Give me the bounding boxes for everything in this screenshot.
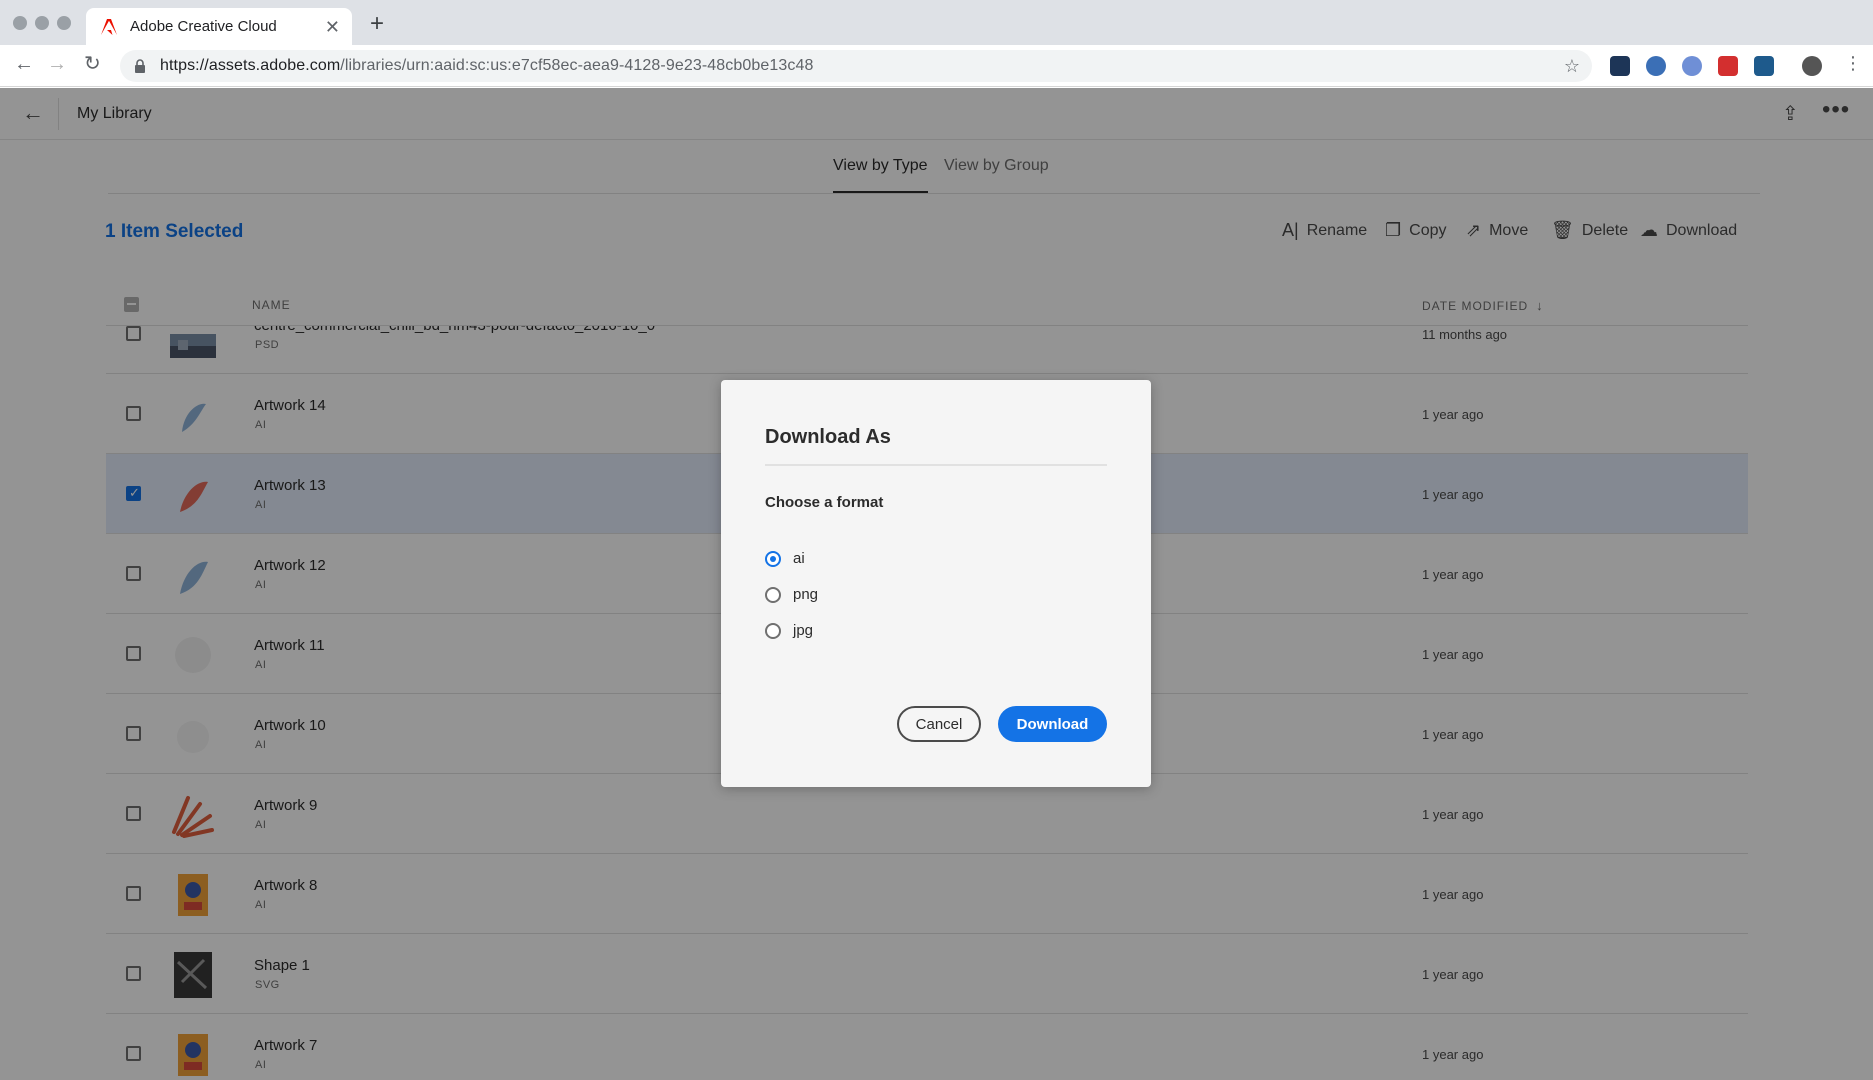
radio-ai[interactable] [765,550,781,567]
format-option-png[interactable]: png [765,586,818,603]
extension-icon-1[interactable] [1610,56,1630,76]
browser-tab[interactable]: Adobe Creative Cloud ✕ [86,8,352,45]
dialog-divider [765,464,1107,466]
address-bar: ← → ↻ https://assets.adobe.com/libraries… [0,45,1873,87]
extension-icon-4[interactable] [1718,56,1738,76]
format-option-ai[interactable]: ai [765,550,805,567]
tab-title: Adobe Creative Cloud [130,18,277,35]
format-label-jpg: jpg [793,622,814,639]
window-minimize-button[interactable] [35,16,49,30]
lock-icon [135,59,145,73]
cancel-button[interactable]: Cancel [897,706,981,742]
forward-icon[interactable]: → [47,54,67,74]
tab-close-icon[interactable]: ✕ [325,18,340,36]
radio-png[interactable] [765,586,781,603]
browser-menu-icon[interactable]: ⋮ [1844,54,1862,72]
extension-icon-2[interactable] [1646,56,1666,76]
new-tab-icon[interactable]: + [370,12,384,36]
bookmark-star-icon[interactable]: ☆ [1564,56,1580,77]
window-close-button[interactable] [13,16,27,30]
reload-icon[interactable]: ↻ [84,54,101,74]
extension-icon-3[interactable] [1682,56,1702,76]
profile-avatar[interactable] [1802,56,1822,76]
browser-tab-bar: Adobe Creative Cloud ✕ + [0,0,1873,45]
format-label-png: png [793,586,819,603]
format-option-jpg[interactable]: jpg [765,622,813,639]
format-label-ai: ai [793,550,805,567]
extension-icon-5[interactable] [1754,56,1774,76]
back-icon[interactable]: ← [14,54,34,74]
dialog-subtitle: Choose a format [765,494,884,511]
url-field[interactable]: https://assets.adobe.com/libraries/urn:a… [120,50,1592,82]
adobe-logo-icon [101,18,117,35]
download-button[interactable]: Download [998,706,1107,742]
dialog-title: Download As [765,426,891,448]
url-text: https://assets.adobe.com/libraries/urn:a… [160,57,813,75]
radio-jpg[interactable] [765,622,781,639]
url-path: /libraries/urn:aaid:sc:us:e7cf58ec-aea9-… [340,57,814,74]
window-zoom-button[interactable] [57,16,71,30]
url-host: https://assets.adobe.com [160,57,341,74]
download-as-dialog: Download As Choose a format ai png jpg C… [721,380,1151,787]
